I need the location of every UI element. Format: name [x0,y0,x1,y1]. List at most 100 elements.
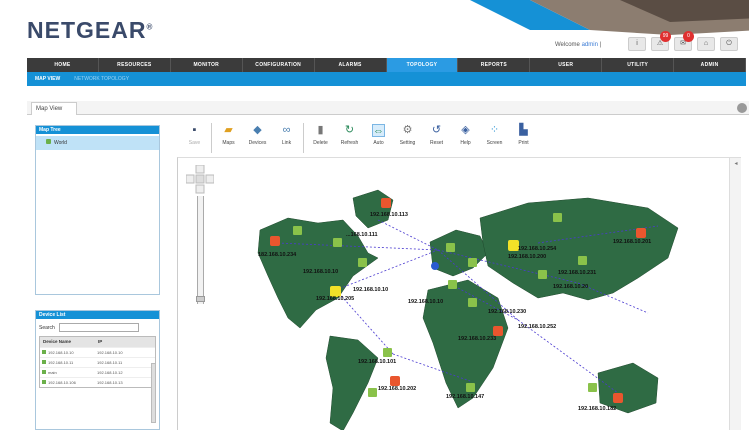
device-status-icon [42,360,46,364]
tool-save-button[interactable]: ▪ Save [180,121,209,155]
table-row[interactable]: 192.168.10.10 192.168.10.10 [40,347,155,357]
switch-icon-node[interactable] [383,348,392,357]
link-icon: ∞ [282,124,291,136]
greenland [352,189,394,229]
device-search-input[interactable] [58,323,139,332]
tool-devices-button[interactable]: ◆ Devices [243,121,272,155]
nav-utility[interactable]: UTILITY [602,58,675,72]
router-icon-node[interactable] [270,236,280,246]
nav-user[interactable]: USER [530,58,603,72]
nav-reports[interactable]: REPORTS [458,58,531,72]
settings-icon[interactable] [737,103,747,113]
switch-icon-node[interactable] [448,280,457,289]
home-icon[interactable]: ⌂ [697,37,715,51]
switch-icon-node[interactable] [553,213,562,222]
zoom-slider-thumb[interactable] [196,296,205,302]
folder-icon: ▰ [224,124,233,136]
welcome-text: Welcome admin | [555,42,602,48]
switch-icon-node[interactable] [578,256,587,265]
device-label: 192.168.10.231 [558,270,596,276]
device-label: 192.168.10.200 [508,254,546,260]
tool-delete-button[interactable]: ▮ Delete [306,121,335,155]
switch-icon-node[interactable] [468,298,477,307]
subnav-network-topology[interactable]: NETWORK TOPOLOGY [74,72,129,86]
map-canvas[interactable]: 192.168.10.113 ...168.10.111 182.168.10.… [177,157,741,430]
tool-link-button[interactable]: ∞ Link [272,121,301,155]
tool-refresh-button[interactable]: ↻ Refresh [335,121,364,155]
switch-icon-node[interactable] [538,270,547,279]
device-ip-cell: 192.168.10.11 [97,360,123,365]
map-scrollbar[interactable]: ◂ [729,158,741,430]
tool-label: Maps [222,140,235,146]
tool-label: Help [460,140,471,146]
main-nav: HOME RESOURCES MONITOR CONFIGURATION ALA… [27,58,747,72]
tool-screen-button[interactable]: ⁘ Screen [480,121,509,155]
tool-maps-button[interactable]: ▰ Maps [214,121,243,155]
tool-setting-button[interactable]: ⚙ Setting [393,121,422,155]
col-device-name[interactable]: Device Name [40,337,95,347]
tool-help-button[interactable]: ◈ Help [451,121,480,155]
nav-monitor[interactable]: MONITOR [171,58,243,72]
nav-resources[interactable]: RESOURCES [99,58,171,72]
device-status-icon [42,350,46,354]
scroll-up-icon[interactable]: ◂ [730,158,741,170]
router-icon-node[interactable] [613,393,623,403]
table-row[interactable]: 192.168.10.11 192.168.10.11 [40,357,155,367]
device-label: 192.168.10.10 [303,269,338,275]
tool-label: Delete [313,140,328,146]
router-icon-node[interactable] [381,198,391,208]
switch-icon-node[interactable] [446,243,455,252]
device-ip-cell: 192.168.10.13 [97,380,123,385]
table-row[interactable]: main 192.168.10.12 [40,367,155,377]
tab-map-view[interactable]: Map View [31,102,77,115]
info-icon[interactable]: i [628,37,646,51]
nav-alarms[interactable]: ALARMS [315,58,387,72]
switch-icon-node[interactable] [333,238,342,247]
logout-icon[interactable]: ⏻ [720,37,738,51]
zoom-slider[interactable] [196,196,205,304]
tool-label: Link [281,140,292,146]
nav-admin[interactable]: ADMIN [674,58,747,72]
switch-icon-node[interactable] [358,258,367,267]
mail-count-badge: 0 [683,31,694,42]
device-label: 192.168.10.20 [553,284,588,290]
tree-item-world[interactable]: World [36,136,159,150]
device-list-scrollbar[interactable] [151,363,156,423]
tool-label: Auto [373,140,384,146]
header-icons: i ⚠ 99 ✉ 0 ⌂ ⏻ [628,31,738,51]
table-row[interactable]: 192.168.10.106 192.168.10.13 [40,377,155,387]
switch-icon-node[interactable] [468,258,477,267]
router-icon-node[interactable] [390,376,400,386]
device-ip-cell: 192.168.10.12 [97,370,123,375]
nav-topology[interactable]: TOPOLOGY [386,58,459,72]
fullscreen-icon: ⁘ [489,124,500,136]
router-icon-node[interactable] [493,326,503,336]
device-label: 192.168.10.230 [488,309,526,315]
username-link[interactable]: admin [582,42,598,48]
router-icon-node[interactable] [636,228,646,238]
map-toolbar: ▪ Save ▰ Maps ◆ Devices ∞ Link ▮ Delete ↻ Refresh ⇔ A… [180,121,740,155]
tool-print-button[interactable]: ▙ Print [509,121,538,155]
nav-configuration[interactable]: CONFIGURATION [243,58,315,72]
tool-label: Save [188,140,201,146]
print-icon: ▙ [519,124,528,136]
switch-icon-node[interactable] [293,226,302,235]
device-name-cell: main [48,370,57,375]
switch-icon-node[interactable] [588,383,597,392]
switch-icon-node[interactable] [466,383,475,392]
subnav-map-view[interactable]: MAP VIEW [35,72,60,86]
tool-reset-button[interactable]: ↺ Reset [422,121,451,155]
tool-auto-button[interactable]: ⇔ Auto [364,121,393,155]
hub-icon-node[interactable] [431,262,439,270]
alarm-icon[interactable]: ⚠ 99 [651,31,671,51]
col-ip[interactable]: IP [95,337,145,347]
nav-home[interactable]: HOME [27,58,99,72]
switch-icon-node[interactable] [368,388,377,397]
device-label: 192.168.10.10 [408,299,443,305]
gear-icon: ⚙ [402,124,413,136]
help-icon: ◈ [461,124,470,136]
mail-icon[interactable]: ✉ 0 [674,31,694,51]
device-label: ...168.10.111 [346,232,378,238]
globe-icon [46,139,51,144]
pan-control[interactable] [186,165,214,195]
